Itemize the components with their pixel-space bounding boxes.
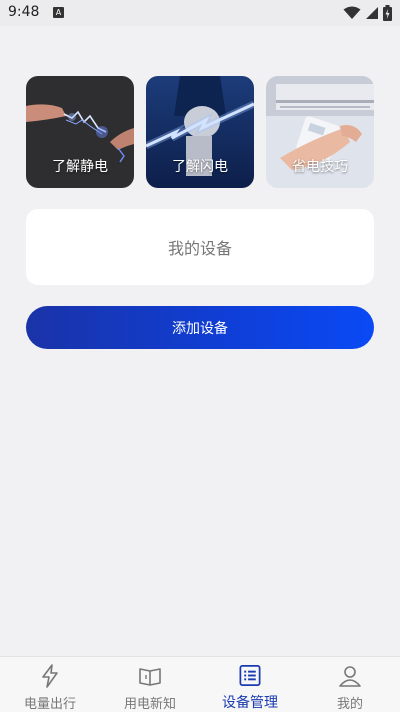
nav-label: 用电新知 — [123, 697, 176, 712]
nav-label: 电量出行 — [23, 697, 76, 712]
battery-icon — [383, 5, 392, 21]
lightning-bolt-icon — [42, 664, 58, 688]
nav-item-power-travel[interactable]: 电量出行 — [0, 657, 100, 712]
status-bar: 9:48 A — [0, 0, 400, 26]
card-label: 了解静电 — [52, 159, 108, 175]
nav-label: 设备管理 — [222, 695, 278, 711]
nav-item-mine[interactable]: 我的 — [300, 657, 400, 712]
notification-icon: A — [53, 7, 64, 18]
my-devices-card[interactable]: 我的设备 — [26, 209, 374, 285]
status-icons — [343, 4, 392, 22]
nav-item-device-management[interactable]: 设备管理 — [200, 657, 300, 712]
open-book-icon — [139, 668, 161, 686]
nav-item-electricity-news[interactable]: 用电新知 — [100, 657, 200, 712]
bottom-nav: 电量出行 用电新知 设备管理 我的 — [0, 656, 400, 712]
add-device-label: 添加设备 — [172, 320, 228, 337]
signal-icon — [366, 7, 378, 19]
card-label: 了解闪电 — [172, 159, 228, 175]
topic-cards: 了解静电 了解闪电 省电技巧 — [26, 76, 374, 188]
status-time: 9:48 — [8, 4, 40, 20]
card-label: 省电技巧 — [292, 159, 348, 175]
card-static-electricity[interactable]: 了解静电 — [26, 76, 134, 188]
add-device-button[interactable]: 添加设备 — [26, 306, 374, 349]
person-icon — [339, 666, 361, 687]
my-devices-title: 我的设备 — [167, 239, 232, 258]
wifi-icon — [343, 6, 361, 19]
device-list-icon — [239, 665, 261, 686]
nav-label: 我的 — [336, 697, 363, 712]
card-lightning[interactable]: 了解闪电 — [146, 76, 254, 188]
card-power-saving[interactable]: 省电技巧 — [266, 76, 374, 188]
